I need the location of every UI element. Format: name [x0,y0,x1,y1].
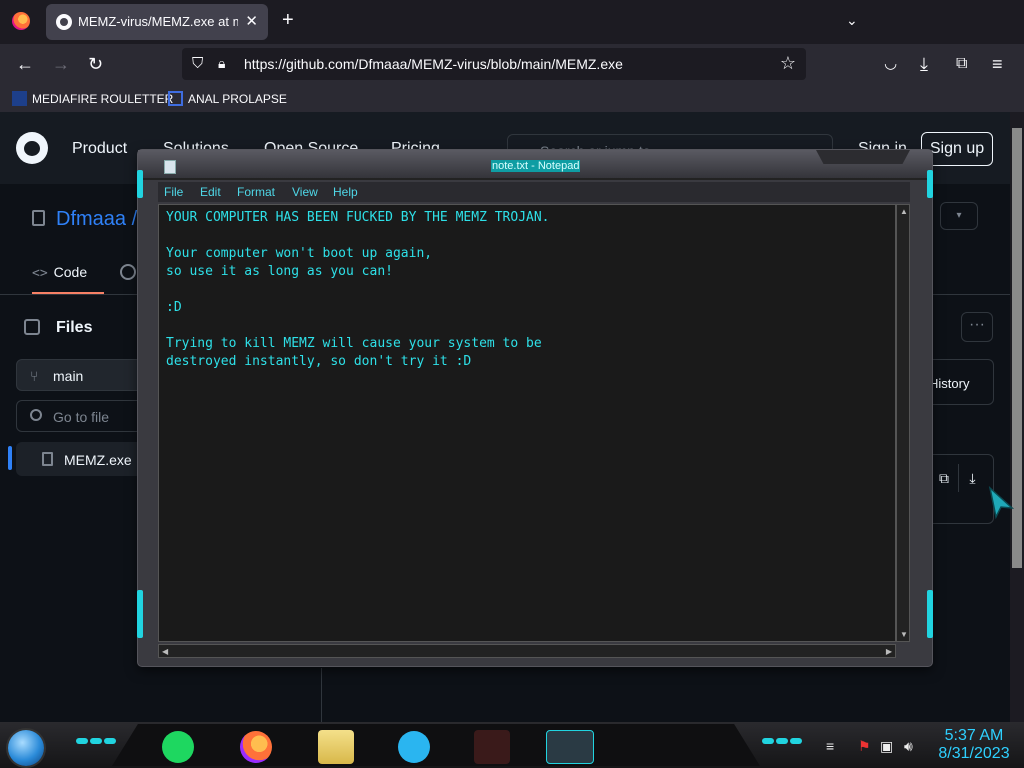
tracking-shield-icon[interactable]: ⛉ [192,55,203,72]
browser-tab[interactable]: MEMZ-virus/MEMZ.exe at main ✕ [46,4,268,40]
scroll-down-icon[interactable]: ▼ [900,630,908,639]
dropdown-chevron-icon[interactable]: ▾ [940,202,978,230]
accent-dot [76,738,88,744]
repo-owner-link[interactable]: Dfmaaa / [56,208,137,231]
address-bar[interactable]: ⛉ 🔒︎ https://github.com/Dfmaaa/MEMZ-viru… [182,48,806,80]
spotify-icon[interactable] [162,731,194,763]
selected-file-marker [8,446,12,470]
sidebar-toggle-icon[interactable] [24,319,40,335]
accent-dot [90,738,102,744]
github-logo-icon[interactable] [16,132,48,164]
scroll-up-icon[interactable]: ▲ [900,207,908,216]
notepad-window[interactable]: note.txt - Notepad File Edit Format View… [137,150,933,666]
url-text[interactable]: https://github.com/Dfmaaa/MEMZ-virus/blo… [244,56,623,72]
bookmark-mediafire[interactable]: MEDIAFIRE ROULETTER [12,91,173,106]
search-icon [30,409,42,421]
frame-accent [927,170,933,198]
tab-list-chevron-icon[interactable]: ⌄ [846,12,858,29]
system-clock[interactable]: 5:37 AM 8/31/2023 [932,727,1016,763]
download-icon[interactable]: ⤓ [958,464,986,492]
scroll-right-icon[interactable]: ▶ [886,647,892,656]
back-arrow-icon[interactable]: ← [16,54,34,74]
notepad-taskbar-icon[interactable] [546,730,594,764]
copy-icon[interactable]: ⧉ [930,464,958,492]
notepad-icon [164,160,176,174]
sigma-icon [168,91,183,106]
horizontal-scrollbar[interactable]: ◀ ▶ [158,644,896,658]
notepad-titlebar[interactable]: note.txt - Notepad [138,150,932,180]
file-explorer-icon[interactable] [318,730,354,764]
branch-icon: ⑂ [30,368,39,384]
lock-icon[interactable]: 🔒︎ [218,55,225,72]
clock-time: 5:37 AM [944,727,1004,744]
volume-icon[interactable]: 🔊︎ [904,738,913,755]
frame-accent [137,170,143,198]
tab-code[interactable]: <> Code [32,258,104,294]
mouse-cursor-icon [988,486,1014,520]
mediafire-icon [12,91,27,106]
browser-tab-bar: MEMZ-virus/MEMZ.exe at main ✕ + ⌄ [0,0,1024,44]
bookmark-second[interactable]: ANAL PROLAPSE [168,91,287,106]
memz-app-icon[interactable] [474,730,510,764]
bookmark-star-icon[interactable]: ☆ [780,53,796,74]
menu-bar: File Edit Format View Help [158,182,910,202]
code-icon: <> [32,266,48,281]
divider [321,668,322,722]
show-desktop-icon[interactable]: ≡ [826,738,834,754]
action-center-flag-icon[interactable]: ⚑ [858,738,871,755]
new-tab-button[interactable]: + [282,10,294,30]
accent-dot [776,738,788,744]
more-options-button[interactable]: ··· [961,312,993,342]
tab-title: MEMZ-virus/MEMZ.exe at main [78,14,238,29]
firefox-taskbar-icon[interactable] [240,731,272,763]
rainmeter-icon[interactable] [398,731,430,763]
pocket-icon[interactable]: ◡ [884,54,897,74]
menu-edit[interactable]: Edit [200,185,221,199]
nav-product[interactable]: Product [72,140,127,158]
github-favicon-icon [56,14,72,30]
file-tree-item[interactable]: MEMZ.exe [16,442,156,476]
start-orb-icon[interactable] [8,730,44,766]
firefox-icon[interactable] [12,12,30,30]
network-icon[interactable]: ▣ [880,738,893,755]
note-content[interactable]: YOUR COMPUTER HAS BEEN FUCKED BY THE MEM… [166,209,550,371]
bookmark-label: ANAL PROLAPSE [188,92,287,106]
browser-nav-bar: ← → ↻ ⛉ 🔒︎ https://github.com/Dfmaaa/MEM… [0,44,1024,86]
accent-dot [762,738,774,744]
vertical-scrollbar[interactable]: ▲ ▼ [896,204,910,642]
menu-help[interactable]: Help [333,185,358,199]
menu-file[interactable]: File [164,185,183,199]
downloads-icon[interactable]: ⤓ [920,54,928,74]
scroll-left-icon[interactable]: ◀ [162,647,168,656]
close-tab-icon[interactable]: ✕ [245,12,258,30]
frame-accent [927,590,933,638]
file-icon [42,452,53,466]
bookmarks-bar: MEDIAFIRE ROULETTER ANAL PROLAPSE [0,86,1024,112]
extensions-icon[interactable]: ⧉ [956,54,967,74]
repo-icon [32,210,45,226]
accent-dot [790,738,802,744]
frame-accent [137,590,143,638]
issues-icon[interactable] [120,264,136,280]
menu-hamburger-icon[interactable]: ≡ [992,54,1003,74]
clock-date: 8/31/2023 [938,745,1010,762]
menu-view[interactable]: View [292,185,318,199]
reload-icon[interactable]: ↻ [88,54,103,74]
menu-format[interactable]: Format [237,185,275,199]
files-heading: Files [56,319,93,336]
taskbar-dock [112,724,760,766]
text-editor[interactable]: YOUR COMPUTER HAS BEEN FUCKED BY THE MEM… [158,204,896,642]
accent-dot [104,738,116,744]
tab-code-label: Code [53,264,88,280]
bookmark-label: MEDIAFIRE ROULETTER [32,92,174,106]
forward-arrow-icon[interactable]: → [52,54,70,74]
window-title: note.txt - Notepad [491,160,581,172]
window-controls[interactable] [816,150,910,164]
